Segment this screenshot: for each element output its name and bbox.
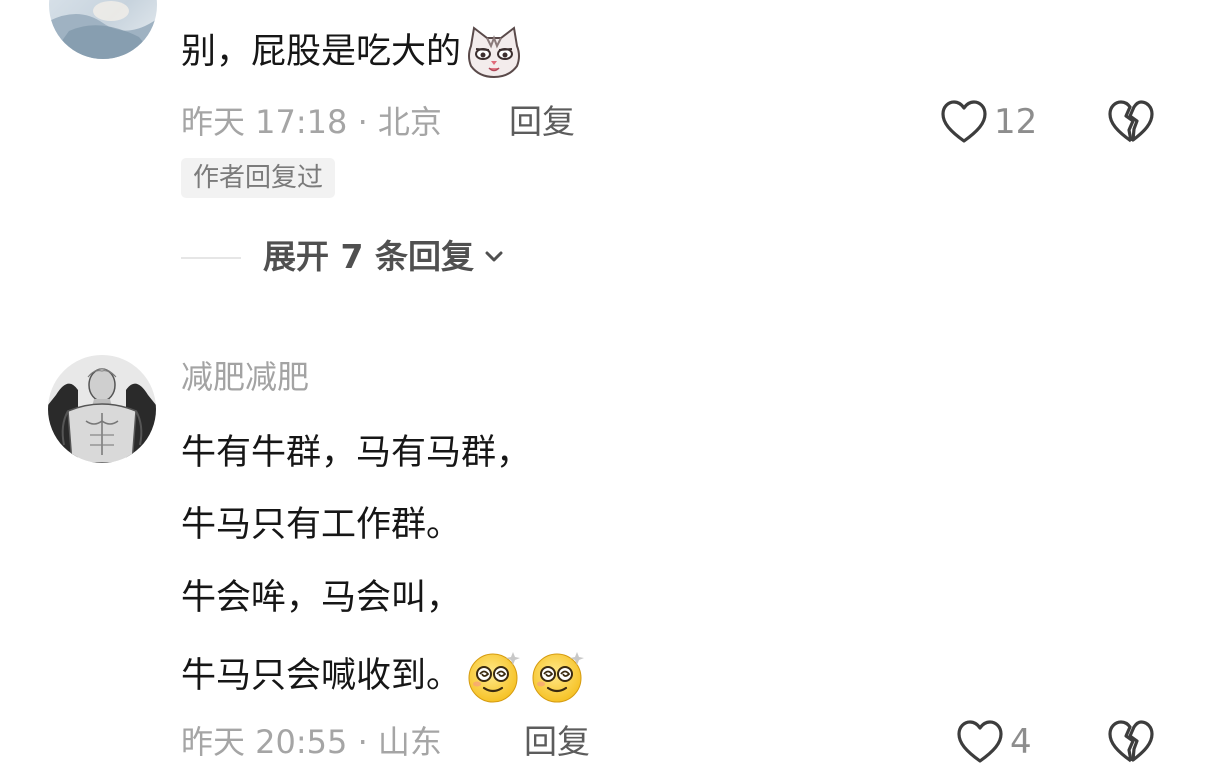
comment-time-location: 昨天 20:55 · 山东 (181, 723, 442, 761)
comment-time-location: 昨天 17:18 · 北京 (181, 103, 442, 141)
author-replied-badge: 作者回复过 (181, 158, 336, 198)
comment-text-line: 牛马只有工作群。 (181, 505, 462, 545)
comment-text: 别，屁股是吃大的 (181, 26, 523, 78)
comment-text-line: 别，屁股是吃大的 (181, 32, 462, 72)
comment-text-line: 牛有牛群，马有马群， (181, 433, 532, 473)
like-button[interactable]: 4 (956, 719, 1032, 765)
comment-text: 牛马只会喊收到。 (181, 648, 589, 704)
broken-heart-icon (1108, 100, 1154, 143)
broken-heart-icon (1108, 720, 1154, 763)
like-count: 4 (1010, 722, 1032, 762)
username[interactable]: 减肥减肥 (181, 357, 309, 397)
reply-button[interactable]: 回复 (509, 102, 575, 142)
expand-replies-label: 展开 7 条回复 (263, 237, 474, 276)
dizzy-smile-emoji (529, 648, 589, 704)
dizzy-smile-emoji (465, 648, 525, 704)
heart-outline-icon (941, 100, 987, 143)
divider (181, 257, 241, 259)
chevron-down-icon (485, 251, 503, 262)
dislike-button[interactable] (1107, 719, 1155, 769)
comment-text-line: 牛会哞，马会叫， (181, 578, 462, 618)
like-count: 12 (994, 102, 1038, 142)
avatar[interactable] (49, 0, 157, 59)
expand-replies-button[interactable]: 展开 7 条回复 (263, 237, 506, 277)
avatar[interactable] (48, 355, 156, 463)
heart-outline-icon (957, 720, 1003, 763)
dislike-button[interactable] (1107, 99, 1155, 149)
reply-button[interactable]: 回复 (524, 722, 590, 762)
comment-text-line: 牛马只会喊收到。 (181, 656, 462, 696)
cat-face-emoji (465, 26, 523, 78)
like-button[interactable]: 12 (940, 99, 1037, 145)
